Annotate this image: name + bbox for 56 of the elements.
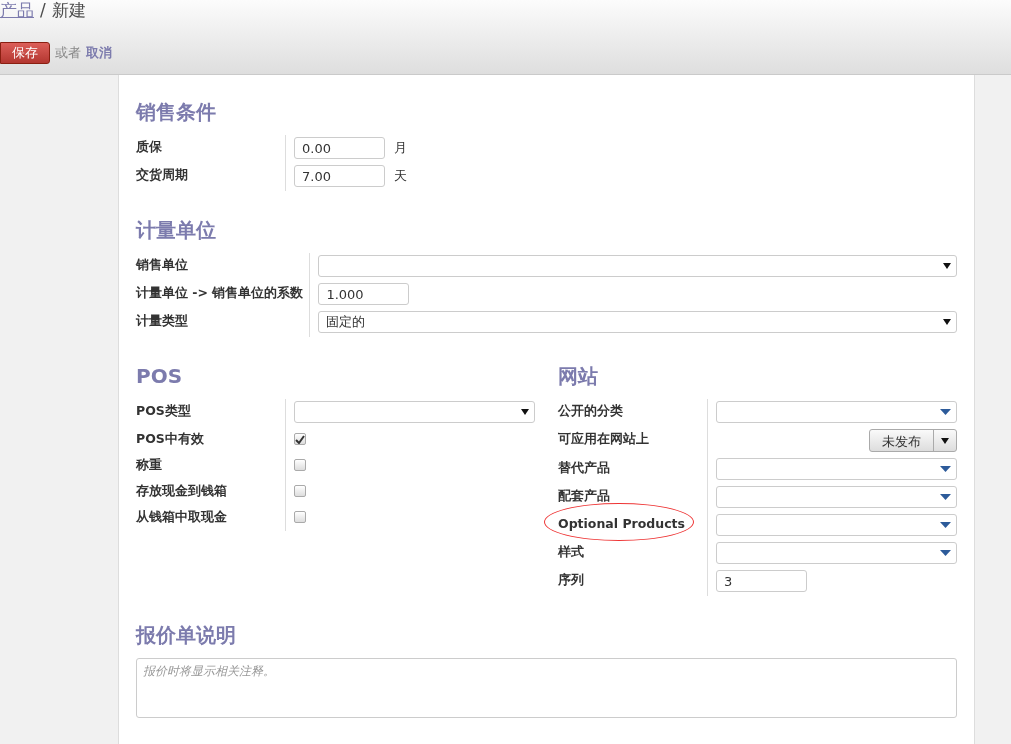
page-title: 新建 — [51, 0, 86, 22]
input-field[interactable]: 7.00 — [294, 165, 385, 187]
caret-icon — [940, 466, 951, 472]
section-title: 计量单位 — [136, 217, 217, 243]
caret-icon — [521, 409, 529, 415]
dropdown-field[interactable] — [294, 401, 535, 423]
input-field[interactable]: 1.000 — [318, 283, 410, 305]
input-field[interactable]: 0.00 — [294, 137, 385, 159]
field-label: 质保 — [136, 139, 162, 154]
caret-icon — [943, 263, 951, 269]
field-label: 销售单位 — [136, 257, 188, 272]
field-label: 计量类型 — [136, 313, 188, 328]
selected-value: 固定的 — [326, 313, 366, 332]
field-label: 配套产品 — [558, 488, 610, 503]
dropdown-field[interactable] — [716, 458, 957, 480]
field-label: 公开的分类 — [558, 403, 623, 418]
field-label: 存放现金到钱箱 — [136, 483, 227, 498]
breadcrumb-link[interactable]: 产品 — [0, 0, 34, 24]
checkbox[interactable] — [294, 511, 306, 523]
caret-icon — [940, 522, 951, 528]
caret-icon — [943, 319, 951, 325]
checkbox[interactable] — [294, 485, 306, 497]
caret-icon — [940, 550, 951, 556]
caret-icon — [940, 494, 951, 500]
caret-icon — [940, 409, 951, 415]
caret-icon — [941, 437, 949, 444]
field-label: 称重 — [136, 457, 162, 472]
field-label: 序列 — [558, 572, 584, 587]
section-title: 销售条件 — [136, 99, 217, 125]
field-label: Optional Products — [558, 516, 685, 531]
field-label: 可应用在网站上 — [558, 431, 649, 446]
input-field[interactable]: 3 — [716, 570, 807, 592]
dropdown-field[interactable] — [716, 542, 957, 564]
field-label: 样式 — [558, 544, 584, 559]
unit-label: 月 — [394, 139, 407, 158]
checkbox[interactable] — [294, 459, 306, 471]
save-button[interactable]: 保存 — [0, 42, 50, 64]
dropdown-field[interactable] — [318, 255, 957, 277]
section-title: POS — [136, 363, 184, 389]
field-label: POS中有效 — [136, 431, 204, 446]
notes-field[interactable]: 报价时将显示相关注释。 — [136, 658, 957, 718]
field-label: 从钱箱中取现金 — [136, 509, 227, 524]
field-label: 计量单位 -> 销售单位的系数 — [136, 285, 304, 300]
checkbox[interactable] — [294, 433, 306, 445]
breadcrumb-separator: / — [40, 0, 46, 22]
unit-label: 天 — [394, 167, 407, 186]
or-text: 或者 — [55, 44, 81, 63]
dropdown-field[interactable] — [716, 486, 957, 508]
section-title: 网站 — [558, 363, 599, 389]
dropdown-field[interactable]: 固定的 — [318, 311, 957, 333]
section-title: 报价单说明 — [136, 622, 237, 648]
field-label: POS类型 — [136, 403, 191, 418]
dropdown-field[interactable] — [716, 401, 957, 423]
field-label: 替代产品 — [558, 460, 610, 475]
field-label: 交货周期 — [136, 167, 188, 182]
dropdown-field[interactable] — [716, 514, 957, 536]
